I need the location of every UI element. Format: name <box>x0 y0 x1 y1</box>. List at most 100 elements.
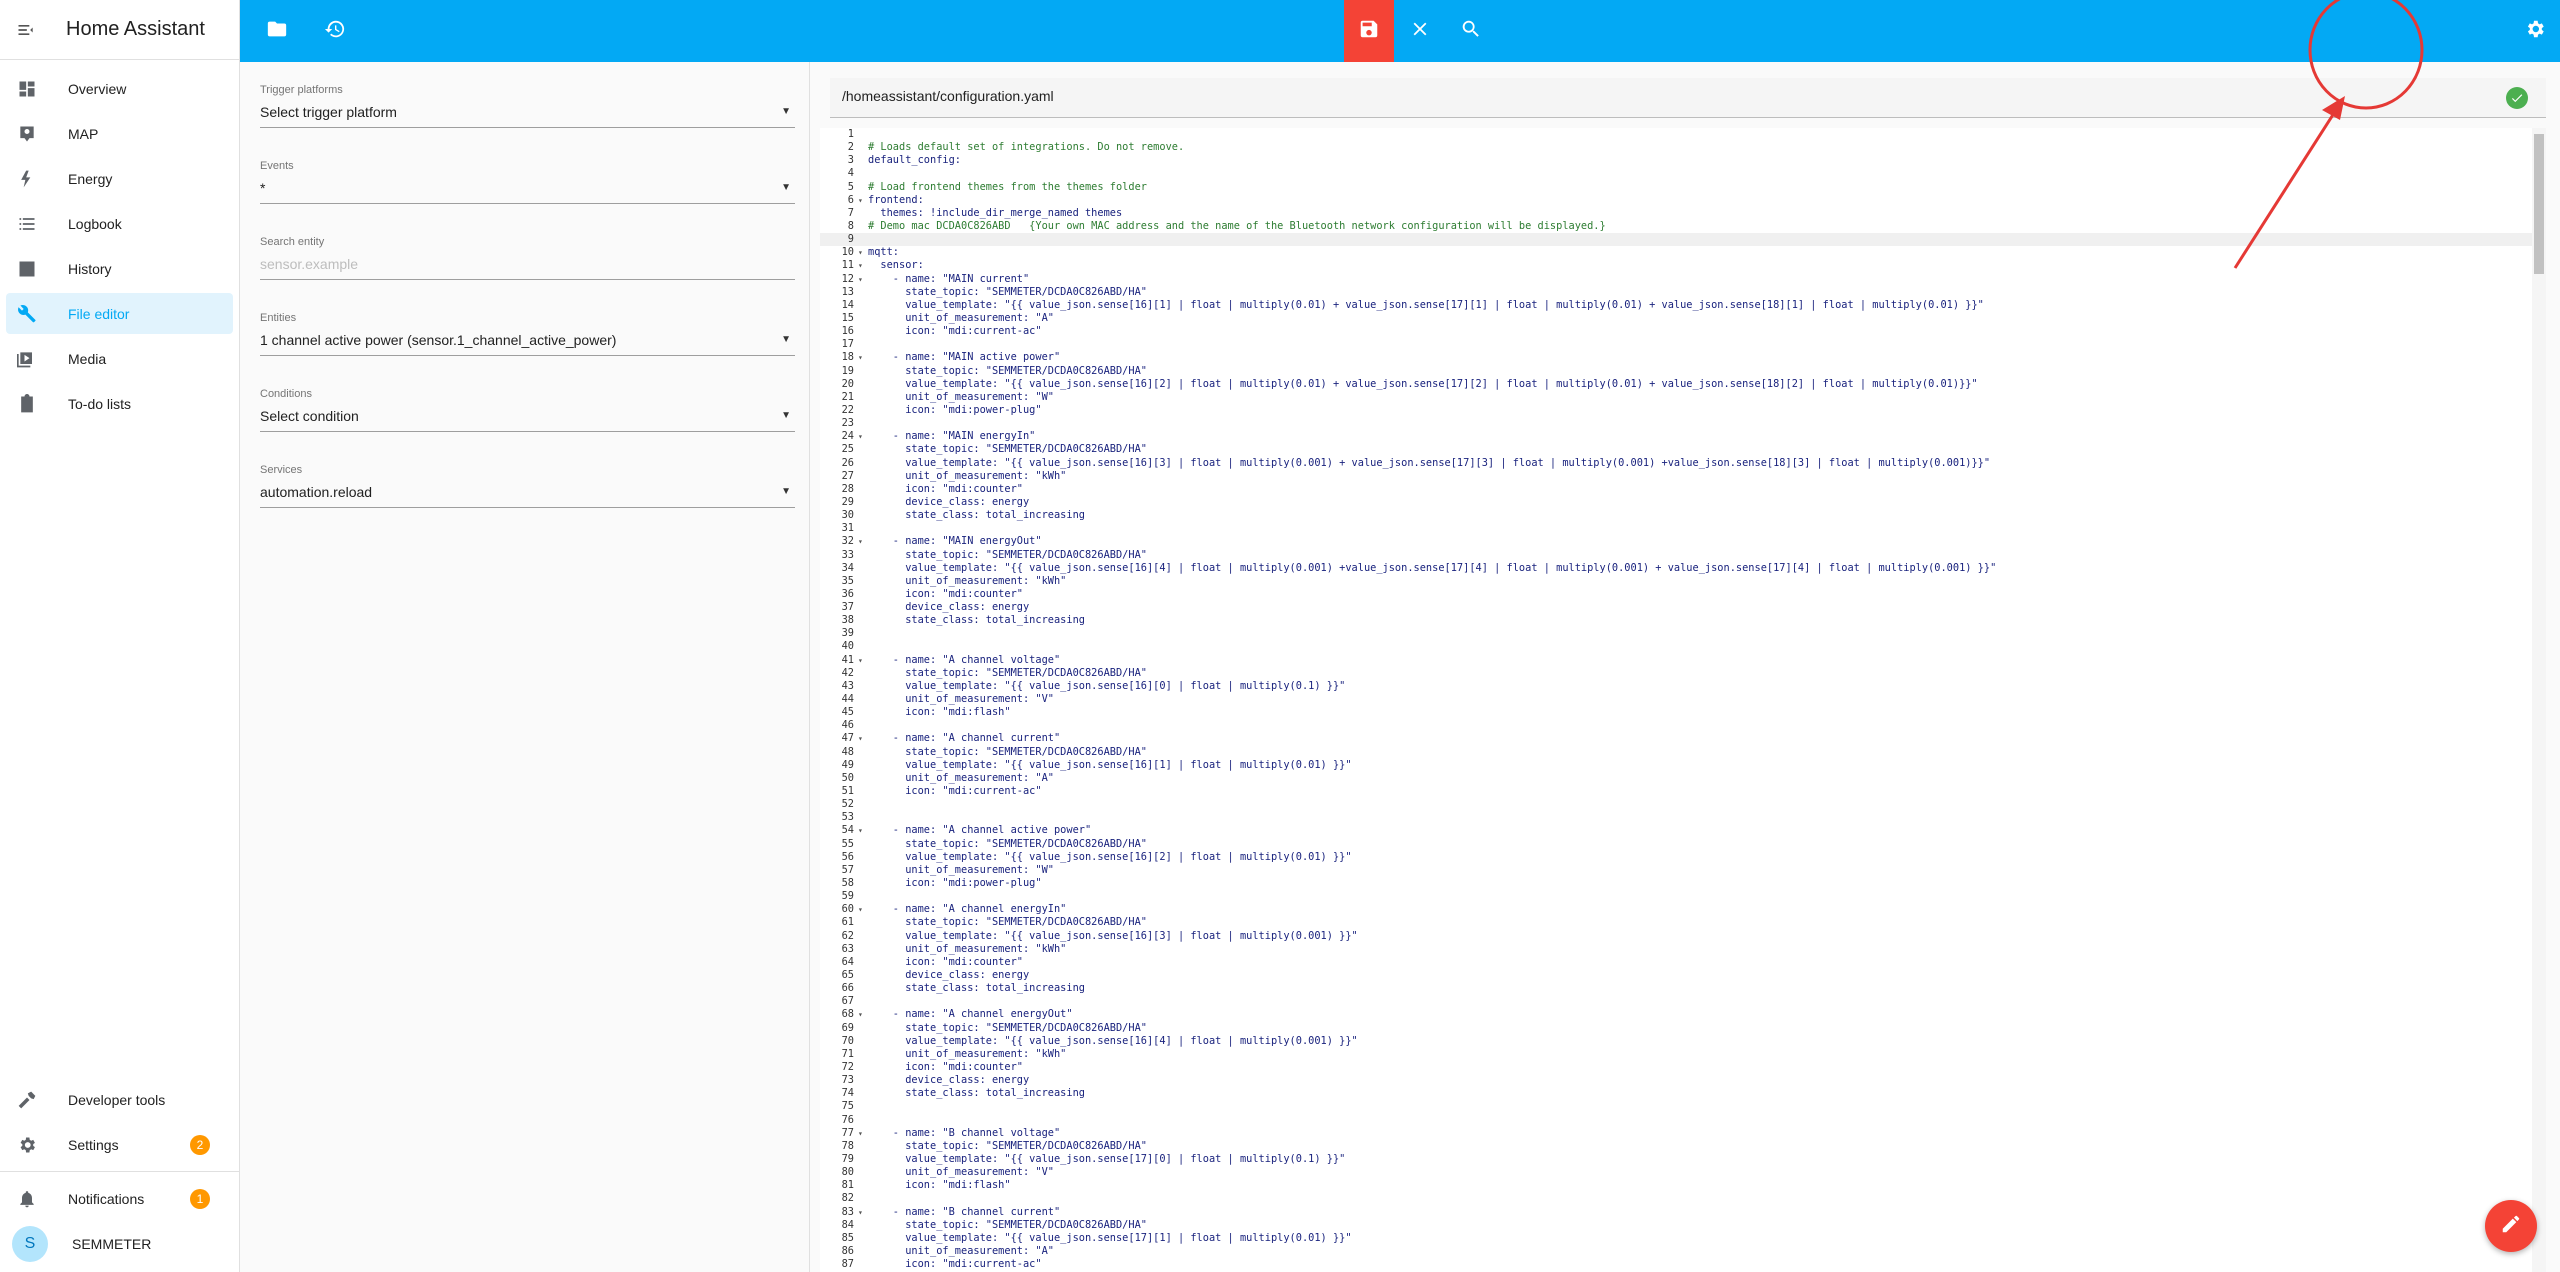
code-line[interactable]: 69 state_topic: "SEMMETER/DCDA0C826ABD/H… <box>820 1022 2546 1035</box>
code-line[interactable]: 13 state_topic: "SEMMETER/DCDA0C826ABD/H… <box>820 286 2546 299</box>
code-line[interactable]: 9 <box>820 233 2546 247</box>
code-line[interactable]: 59 <box>820 890 2546 903</box>
search-button[interactable] <box>1446 0 1496 62</box>
code-line[interactable]: 86 unit_of_measurement: "A" <box>820 1245 2546 1258</box>
code-line[interactable]: 17 <box>820 338 2546 351</box>
code-line[interactable]: 50 unit_of_measurement: "A" <box>820 772 2546 785</box>
editor-settings-button[interactable] <box>2510 0 2560 62</box>
code-line[interactable]: 39 <box>820 627 2546 640</box>
code-line[interactable]: 87 icon: "mdi:current-ac" <box>820 1258 2546 1271</box>
fold-arrow-icon[interactable]: ▾ <box>858 1127 868 1140</box>
code-line[interactable]: 54 ▾ - name: "A channel active power" <box>820 824 2546 837</box>
fold-arrow-icon[interactable]: ▾ <box>858 351 868 364</box>
code-line[interactable]: 18 ▾ - name: "MAIN active power" <box>820 351 2546 364</box>
code-line[interactable]: 65 device_class: energy <box>820 969 2546 982</box>
code-line[interactable]: 14 value_template: "{{ value_json.sense[… <box>820 299 2546 312</box>
fold-arrow-icon[interactable]: ▾ <box>858 732 868 745</box>
field-value[interactable]: Select condition ▼ <box>260 402 795 432</box>
sidebar-item-file-editor[interactable]: File editor <box>6 293 233 334</box>
code-line[interactable]: 21 unit_of_measurement: "W" <box>820 391 2546 404</box>
sidebar-item-notifications[interactable]: Notifications 1 <box>6 1178 234 1219</box>
fold-arrow-icon[interactable]: ▾ <box>858 259 868 272</box>
code-line[interactable]: 85 value_template: "{{ value_json.sense[… <box>820 1232 2546 1245</box>
entities-select[interactable]: Entities 1 channel active power (sensor.… <box>260 312 795 356</box>
conditions-select[interactable]: Conditions Select condition ▼ <box>260 388 795 432</box>
code-line[interactable]: 22 icon: "mdi:power-plug" <box>820 404 2546 417</box>
code-line[interactable]: 10 ▾ mqtt: <box>820 246 2546 259</box>
code-line[interactable]: 23 <box>820 417 2546 430</box>
edit-fab-button[interactable] <box>2485 1200 2537 1252</box>
code-line[interactable]: 78 state_topic: "SEMMETER/DCDA0C826ABD/H… <box>820 1140 2546 1153</box>
code-line[interactable]: 20 value_template: "{{ value_json.sense[… <box>820 378 2546 391</box>
fold-arrow-icon[interactable]: ▾ <box>858 1206 868 1219</box>
code-line[interactable]: 73 device_class: energy <box>820 1074 2546 1087</box>
code-line[interactable]: 76 <box>820 1114 2546 1127</box>
field-value[interactable]: * ▼ <box>260 174 795 204</box>
sidebar-item-history[interactable]: History <box>6 248 233 289</box>
code-line[interactable]: 33 state_topic: "SEMMETER/DCDA0C826ABD/H… <box>820 549 2546 562</box>
fold-arrow-icon[interactable]: ▾ <box>858 194 868 207</box>
code-line[interactable]: 58 icon: "mdi:power-plug" <box>820 877 2546 890</box>
code-line[interactable]: 30 state_class: total_increasing <box>820 509 2546 522</box>
code-line[interactable]: 45 icon: "mdi:flash" <box>820 706 2546 719</box>
code-line[interactable]: 7 themes: !include_dir_merge_named theme… <box>820 207 2546 220</box>
code-line[interactable]: 44 unit_of_measurement: "V" <box>820 693 2546 706</box>
code-line[interactable]: 83 ▾ - name: "B channel current" <box>820 1206 2546 1219</box>
fold-arrow-icon[interactable]: ▾ <box>858 430 868 443</box>
fold-arrow-icon[interactable]: ▾ <box>858 273 868 286</box>
code-line[interactable]: 67 <box>820 995 2546 1008</box>
scrollbar-thumb[interactable] <box>2534 134 2544 274</box>
code-line[interactable]: 11 ▾ sensor: <box>820 259 2546 272</box>
fold-arrow-icon[interactable]: ▾ <box>858 903 868 916</box>
fold-arrow-icon[interactable]: ▾ <box>858 535 868 548</box>
code-line[interactable]: 41 ▾ - name: "A channel voltage" <box>820 654 2546 667</box>
code-line[interactable]: 81 icon: "mdi:flash" <box>820 1179 2546 1192</box>
browse-folder-button[interactable] <box>252 0 302 62</box>
code-line[interactable]: 79 value_template: "{{ value_json.sense[… <box>820 1153 2546 1166</box>
code-line[interactable]: 16 icon: "mdi:current-ac" <box>820 325 2546 338</box>
code-line[interactable]: 68 ▾ - name: "A channel energyOut" <box>820 1008 2546 1021</box>
editor-scrollbar[interactable] <box>2532 128 2546 1272</box>
code-line[interactable]: 61 state_topic: "SEMMETER/DCDA0C826ABD/H… <box>820 916 2546 929</box>
sidebar-item-todo[interactable]: To-do lists <box>6 383 233 424</box>
code-line[interactable]: 63 unit_of_measurement: "kWh" <box>820 943 2546 956</box>
sidebar-item-overview[interactable]: Overview <box>6 68 233 109</box>
code-line[interactable]: 47 ▾ - name: "A channel current" <box>820 732 2546 745</box>
sidebar-item-media[interactable]: Media <box>6 338 233 379</box>
field-value[interactable]: automation.reload ▼ <box>260 478 795 508</box>
code-line[interactable]: 1 <box>820 128 2546 141</box>
code-line[interactable]: 57 unit_of_measurement: "W" <box>820 864 2546 877</box>
code-line[interactable]: 40 <box>820 640 2546 653</box>
code-editor[interactable]: 1 2 # Loads default set of integrations. D… <box>820 128 2546 1272</box>
code-line[interactable]: 52 <box>820 798 2546 811</box>
services-select[interactable]: Services automation.reload ▼ <box>260 464 795 508</box>
code-line[interactable]: 84 state_topic: "SEMMETER/DCDA0C826ABD/H… <box>820 1219 2546 1232</box>
fold-arrow-icon[interactable]: ▾ <box>858 654 868 667</box>
code-line[interactable]: 27 unit_of_measurement: "kWh" <box>820 470 2546 483</box>
code-line[interactable]: 25 state_topic: "SEMMETER/DCDA0C826ABD/H… <box>820 443 2546 456</box>
code-line[interactable]: 12 ▾ - name: "MAIN current" <box>820 273 2546 286</box>
code-line[interactable]: 31 <box>820 522 2546 535</box>
events-select[interactable]: Events * ▼ <box>260 160 795 204</box>
sidebar-item-map[interactable]: MAP <box>6 113 233 154</box>
code-line[interactable]: 64 icon: "mdi:counter" <box>820 956 2546 969</box>
save-button[interactable] <box>1344 0 1394 62</box>
sidebar-item-developer-tools[interactable]: Developer tools <box>6 1079 234 1120</box>
code-line[interactable]: 43 value_template: "{{ value_json.sense[… <box>820 680 2546 693</box>
code-line[interactable]: 80 unit_of_measurement: "V" <box>820 1166 2546 1179</box>
code-line[interactable]: 8 # Demo mac DCDA0C826ABD {Your own MAC a… <box>820 220 2546 233</box>
trigger-platform-select[interactable]: Trigger platforms Select trigger platfor… <box>260 84 795 128</box>
code-line[interactable]: 5 # Load frontend themes from the themes … <box>820 181 2546 194</box>
code-line[interactable]: 34 value_template: "{{ value_json.sense[… <box>820 562 2546 575</box>
code-line[interactable]: 32 ▾ - name: "MAIN energyOut" <box>820 535 2546 548</box>
code-line[interactable]: 77 ▾ - name: "B channel voltage" <box>820 1127 2546 1140</box>
code-line[interactable]: 15 unit_of_measurement: "A" <box>820 312 2546 325</box>
close-button[interactable] <box>1395 0 1445 62</box>
menu-collapse-icon[interactable] <box>16 20 36 40</box>
code-line[interactable]: 36 icon: "mdi:counter" <box>820 588 2546 601</box>
code-line[interactable]: 82 <box>820 1192 2546 1205</box>
code-line[interactable]: 24 ▾ - name: "MAIN energyIn" <box>820 430 2546 443</box>
code-line[interactable]: 29 device_class: energy <box>820 496 2546 509</box>
code-line[interactable]: 3 default_config: <box>820 154 2546 167</box>
code-line[interactable]: 72 icon: "mdi:counter" <box>820 1061 2546 1074</box>
